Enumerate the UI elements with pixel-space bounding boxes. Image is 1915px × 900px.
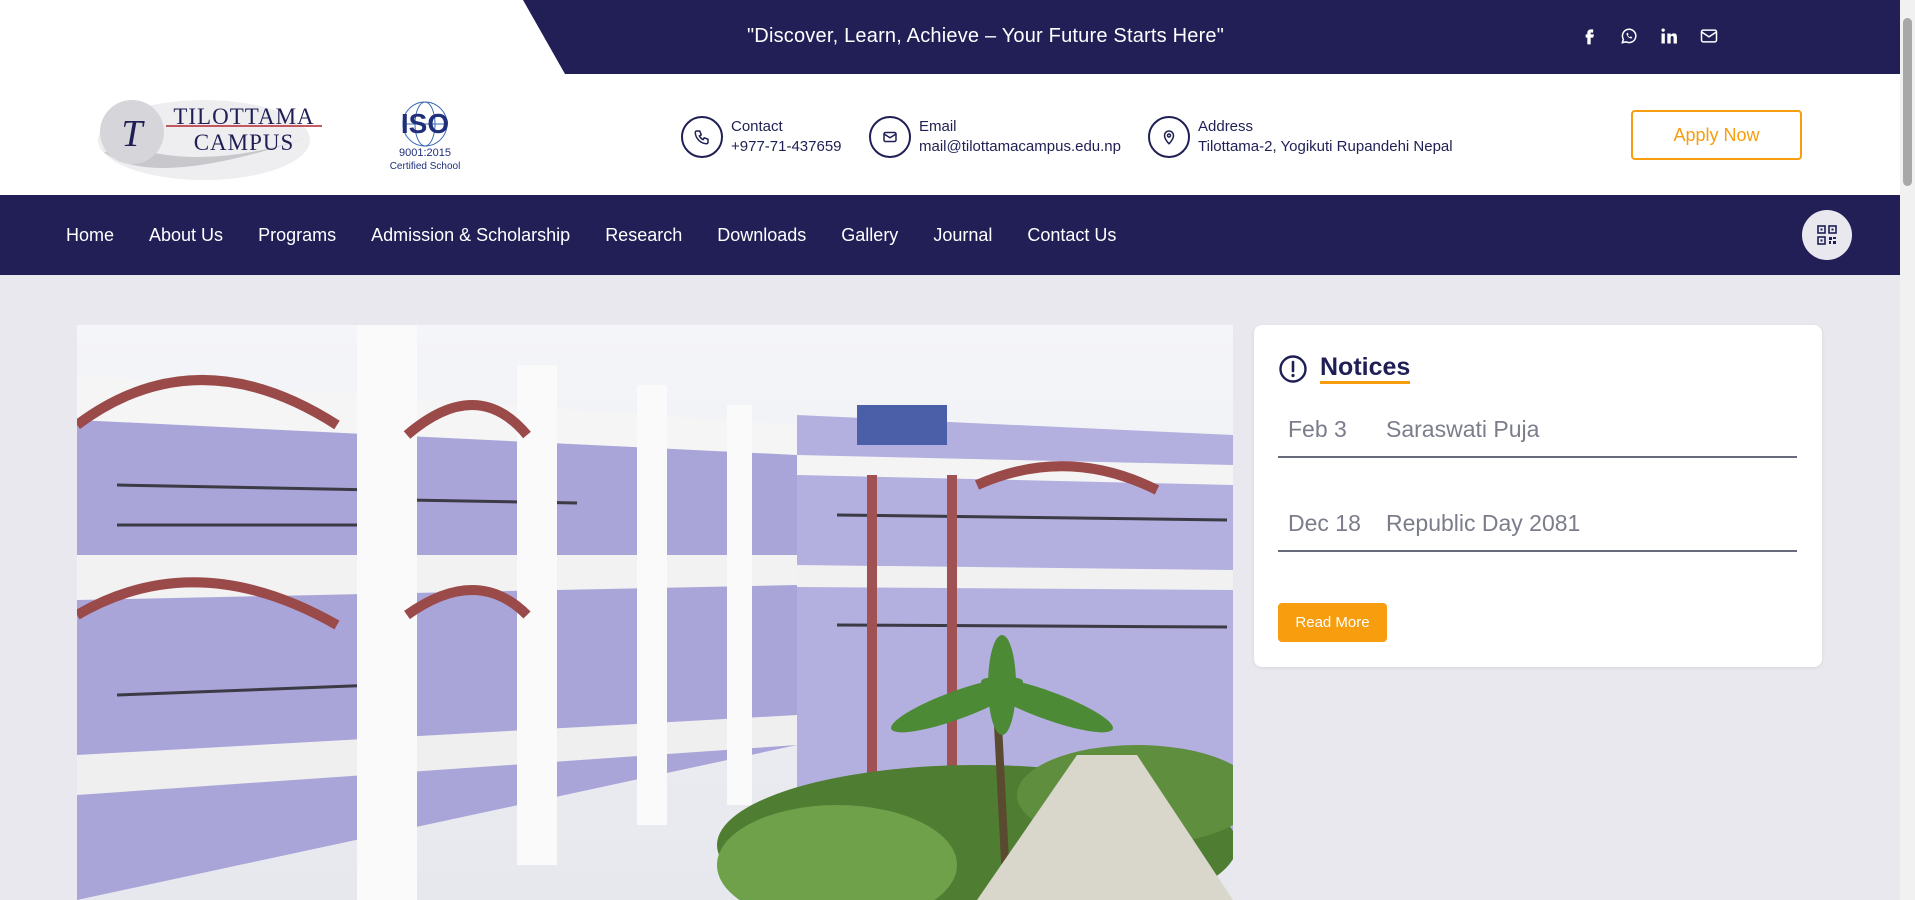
notices-title: Notices	[1320, 353, 1411, 384]
email-info: Email mail@tilottamacampus.edu.np	[869, 116, 1121, 158]
iso-number: 9001:2015	[399, 147, 451, 159]
qr-code-button[interactable]	[1802, 210, 1852, 260]
read-more-button[interactable]: Read More	[1278, 603, 1387, 642]
location-pin-icon	[1148, 116, 1190, 158]
nav-item-about-us[interactable]: About Us	[149, 225, 223, 246]
linkedin-icon[interactable]	[1658, 24, 1680, 48]
iso-text: ISO	[401, 108, 449, 139]
whatsapp-icon[interactable]	[1618, 24, 1640, 48]
nav-item-contact-us[interactable]: Contact Us	[1027, 225, 1116, 246]
notice-item[interactable]: Dec 18 Republic Day 2081	[1278, 497, 1797, 552]
qr-code-icon	[1817, 225, 1837, 245]
nav-item-journal[interactable]: Journal	[933, 225, 992, 246]
email-label: Email	[919, 118, 957, 135]
social-links	[1578, 24, 1720, 48]
alert-circle-icon	[1279, 354, 1307, 383]
tagline: "Discover, Learn, Achieve – Your Future …	[747, 25, 1225, 47]
notices-panel: Notices Feb 3 Saraswati Puja Dec 18 Repu…	[1254, 325, 1822, 667]
address-value: Tilottama-2, Yogikuti Rupandehi Nepal	[1198, 138, 1453, 155]
notice-date: Feb 3	[1288, 416, 1347, 442]
address-info: Address Tilottama-2, Yogikuti Rupandehi …	[1148, 116, 1453, 158]
apply-now-button[interactable]: Apply Now	[1631, 110, 1802, 160]
iso-caption: Certified School	[390, 161, 461, 172]
campus-logo[interactable]: T TILOTTAMA CAMPUS	[94, 92, 334, 184]
logo-text-line1: TILOTTAMA	[173, 104, 314, 129]
nav-item-research[interactable]: Research	[605, 225, 682, 246]
notices-header: Notices	[1278, 353, 1411, 384]
facebook-icon[interactable]	[1578, 24, 1600, 48]
mail-icon[interactable]	[1698, 24, 1720, 48]
nav-item-downloads[interactable]: Downloads	[717, 225, 806, 246]
campus-hero-image	[77, 325, 1233, 900]
logo-text-line2: CAMPUS	[194, 130, 295, 155]
scrollbar-thumb[interactable]	[1903, 18, 1912, 186]
contact-label: Contact	[731, 118, 783, 135]
contact-value[interactable]: +977-71-437659	[731, 137, 842, 157]
contact-info: Contact +977-71-437659	[681, 116, 842, 158]
notice-title: Republic Day 2081	[1386, 510, 1581, 536]
notice-date: Dec 18	[1288, 510, 1361, 536]
address-label: Address	[1198, 118, 1254, 135]
envelope-icon	[869, 116, 911, 158]
notice-title: Saraswati Puja	[1386, 416, 1540, 442]
email-value[interactable]: mail@tilottamacampus.edu.np	[919, 137, 1121, 157]
logo-monogram: T	[121, 113, 145, 155]
page-scrollbar[interactable]	[1900, 0, 1915, 900]
top-bar: "Discover, Learn, Achieve – Your Future …	[0, 0, 1900, 74]
nav-item-home[interactable]: Home	[66, 225, 114, 246]
site-header: T TILOTTAMA CAMPUS ISO 9001:2015 Certifi…	[0, 74, 1900, 195]
phone-icon	[681, 116, 723, 158]
notice-item[interactable]: Feb 3 Saraswati Puja	[1278, 403, 1797, 458]
nav-item-admission-scholarship[interactable]: Admission & Scholarship	[371, 225, 570, 246]
nav-item-gallery[interactable]: Gallery	[841, 225, 898, 246]
nav-item-programs[interactable]: Programs	[258, 225, 336, 246]
iso-badge: ISO 9001:2015 Certified School	[385, 96, 465, 176]
main-nav: Home About Us Programs Admission & Schol…	[0, 195, 1900, 275]
